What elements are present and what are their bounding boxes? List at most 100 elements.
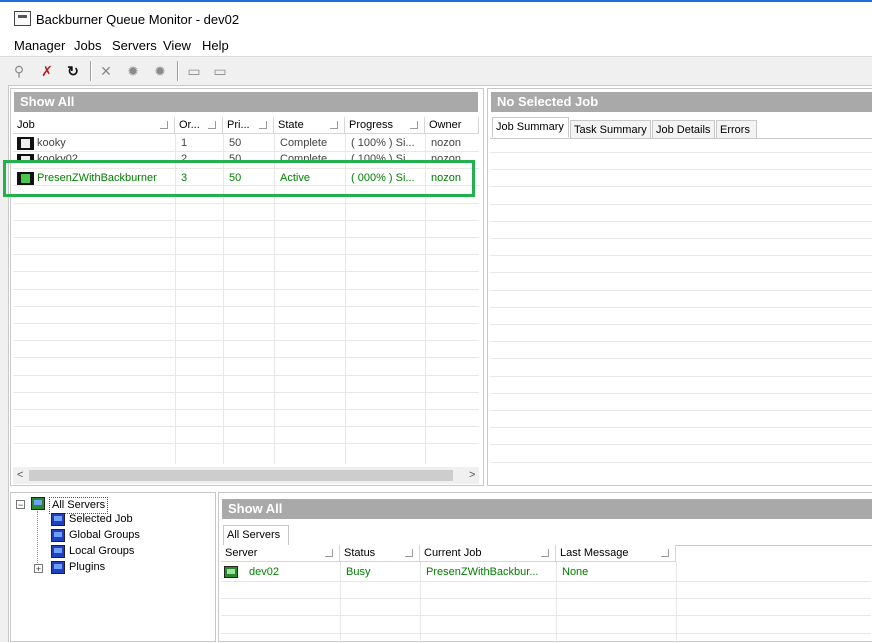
grid-line — [490, 341, 872, 343]
title-bar: Backburner Queue Monitor - dev02 — [0, 0, 872, 36]
grid-line — [490, 220, 872, 222]
grid-line — [13, 288, 479, 290]
grid-line — [13, 219, 479, 221]
col-last-message[interactable]: Last Message — [556, 545, 676, 562]
grid-line — [13, 202, 479, 204]
jobs-hscrollbar[interactable]: < > — [13, 467, 479, 484]
servers-tabs: All Servers — [221, 525, 872, 546]
activate-icon[interactable]: ✹ — [123, 61, 143, 81]
tree-plugins[interactable]: Plugins — [69, 560, 105, 575]
selected-job-icon — [51, 513, 65, 526]
tab-job-details[interactable]: Job Details — [652, 120, 715, 138]
refresh-icon[interactable]: ↻ — [63, 61, 83, 81]
app-icon — [14, 11, 31, 26]
tab-task-summary[interactable]: Task Summary — [570, 120, 651, 138]
col-priority[interactable]: Pri... — [223, 117, 274, 134]
tree-global-groups[interactable]: Global Groups — [69, 528, 140, 543]
jobs-panel: Show All Job Or... Pri... State Progress… — [10, 88, 484, 486]
grid-line — [13, 426, 479, 428]
job-film-icon — [17, 137, 34, 150]
menu-bar: Manager Jobs Servers View Help — [0, 36, 872, 57]
toolbar-separator — [90, 61, 92, 81]
grid-line — [490, 444, 872, 446]
grid-line — [490, 186, 872, 188]
server-properties-icon[interactable]: ▭ — [184, 61, 204, 81]
scroll-thumb[interactable] — [29, 470, 453, 481]
server-icon — [224, 566, 238, 578]
collapse-icon[interactable]: − — [16, 500, 25, 510]
grid-line — [221, 632, 871, 634]
toolbar-separator — [177, 61, 179, 81]
menu-servers[interactable]: Servers — [112, 38, 157, 53]
grid-line — [13, 409, 479, 410]
col-server[interactable]: Server — [221, 545, 340, 562]
server-list-icon[interactable]: ▭ — [210, 61, 230, 81]
expand-icon[interactable]: + — [34, 564, 43, 574]
col-current-job[interactable]: Current Job — [420, 545, 556, 562]
grid-line — [490, 238, 872, 239]
tree-selected-job[interactable]: Selected Job — [69, 512, 133, 527]
job-row[interactable]: kooky 1 50 Complete ( 100% ) Si... nozon — [13, 135, 479, 152]
col-state[interactable]: State — [274, 117, 345, 134]
grid-line — [221, 598, 871, 600]
grid-line — [13, 340, 479, 342]
col-owner[interactable]: Owner — [425, 117, 479, 134]
tab-job-summary[interactable]: Job Summary — [492, 117, 569, 137]
grid-line — [490, 306, 872, 308]
scroll-right-icon[interactable]: > — [469, 469, 475, 481]
connect-icon[interactable]: ⚲ — [9, 61, 29, 81]
grid-line — [490, 427, 872, 429]
col-status[interactable]: Status — [340, 545, 420, 562]
grid-line — [490, 375, 872, 377]
tree-local-groups[interactable]: Local Groups — [69, 544, 134, 559]
plugins-icon — [51, 561, 65, 574]
grid-line — [490, 272, 872, 274]
server-row[interactable]: dev02 Busy PresenZWithBackbur... None — [221, 564, 871, 581]
disconnect-icon[interactable]: ✗ — [37, 61, 57, 81]
jobs-panel-header: Show All — [14, 92, 478, 112]
col-job[interactable]: Job — [13, 117, 175, 134]
menu-help[interactable]: Help — [202, 38, 229, 53]
grid-line — [221, 581, 871, 582]
job-detail-header: No Selected Job — [491, 92, 872, 112]
grid-line — [490, 255, 872, 257]
job-detail-panel: No Selected Job Job Summary Task Summary… — [487, 88, 872, 486]
window-title: Backburner Queue Monitor - dev02 — [36, 12, 240, 27]
grid-line — [490, 358, 872, 360]
deactivate-icon[interactable]: ✹ — [150, 61, 170, 81]
grid-line — [490, 152, 872, 153]
grid-line — [221, 615, 871, 617]
toolbar: ⚲ ✗ ↻ ✕ ✹ ✹ ▭ ▭ — [0, 57, 872, 86]
grid-line — [13, 271, 479, 273]
grid-line — [490, 169, 872, 171]
job-detail-tabs: Job Summary Task Summary Job Details Err… — [490, 117, 872, 139]
menu-view[interactable]: View — [163, 38, 191, 53]
grid-line — [13, 237, 479, 238]
tab-all-servers[interactable]: All Servers — [223, 525, 289, 545]
grid-line — [490, 461, 872, 463]
grid-line — [490, 410, 872, 411]
servers-panel: Show All All Servers Server Status Curre… — [218, 492, 872, 643]
scroll-left-icon[interactable]: < — [17, 469, 23, 481]
grid-line — [13, 374, 479, 376]
grid-line — [13, 305, 479, 307]
grid-line — [13, 254, 479, 256]
grid-line — [490, 203, 872, 205]
menu-manager[interactable]: Manager — [14, 38, 65, 53]
server-tree: − All Servers Selected Job Global Groups… — [10, 492, 216, 642]
grid-line — [490, 289, 872, 291]
menu-jobs[interactable]: Jobs — [74, 38, 101, 53]
grid-line — [13, 357, 479, 359]
grid-line — [490, 324, 872, 325]
servers-panel-header: Show All — [222, 499, 872, 519]
grid-line — [13, 443, 479, 445]
tab-errors[interactable]: Errors — [716, 120, 757, 138]
all-servers-icon — [31, 497, 45, 510]
local-groups-icon — [51, 545, 65, 558]
global-groups-icon — [51, 529, 65, 542]
delete-icon[interactable]: ✕ — [96, 61, 116, 81]
grid-line — [13, 391, 479, 393]
col-order[interactable]: Or... — [175, 117, 223, 134]
grid-line — [13, 323, 479, 324]
col-progress[interactable]: Progress — [345, 117, 425, 134]
